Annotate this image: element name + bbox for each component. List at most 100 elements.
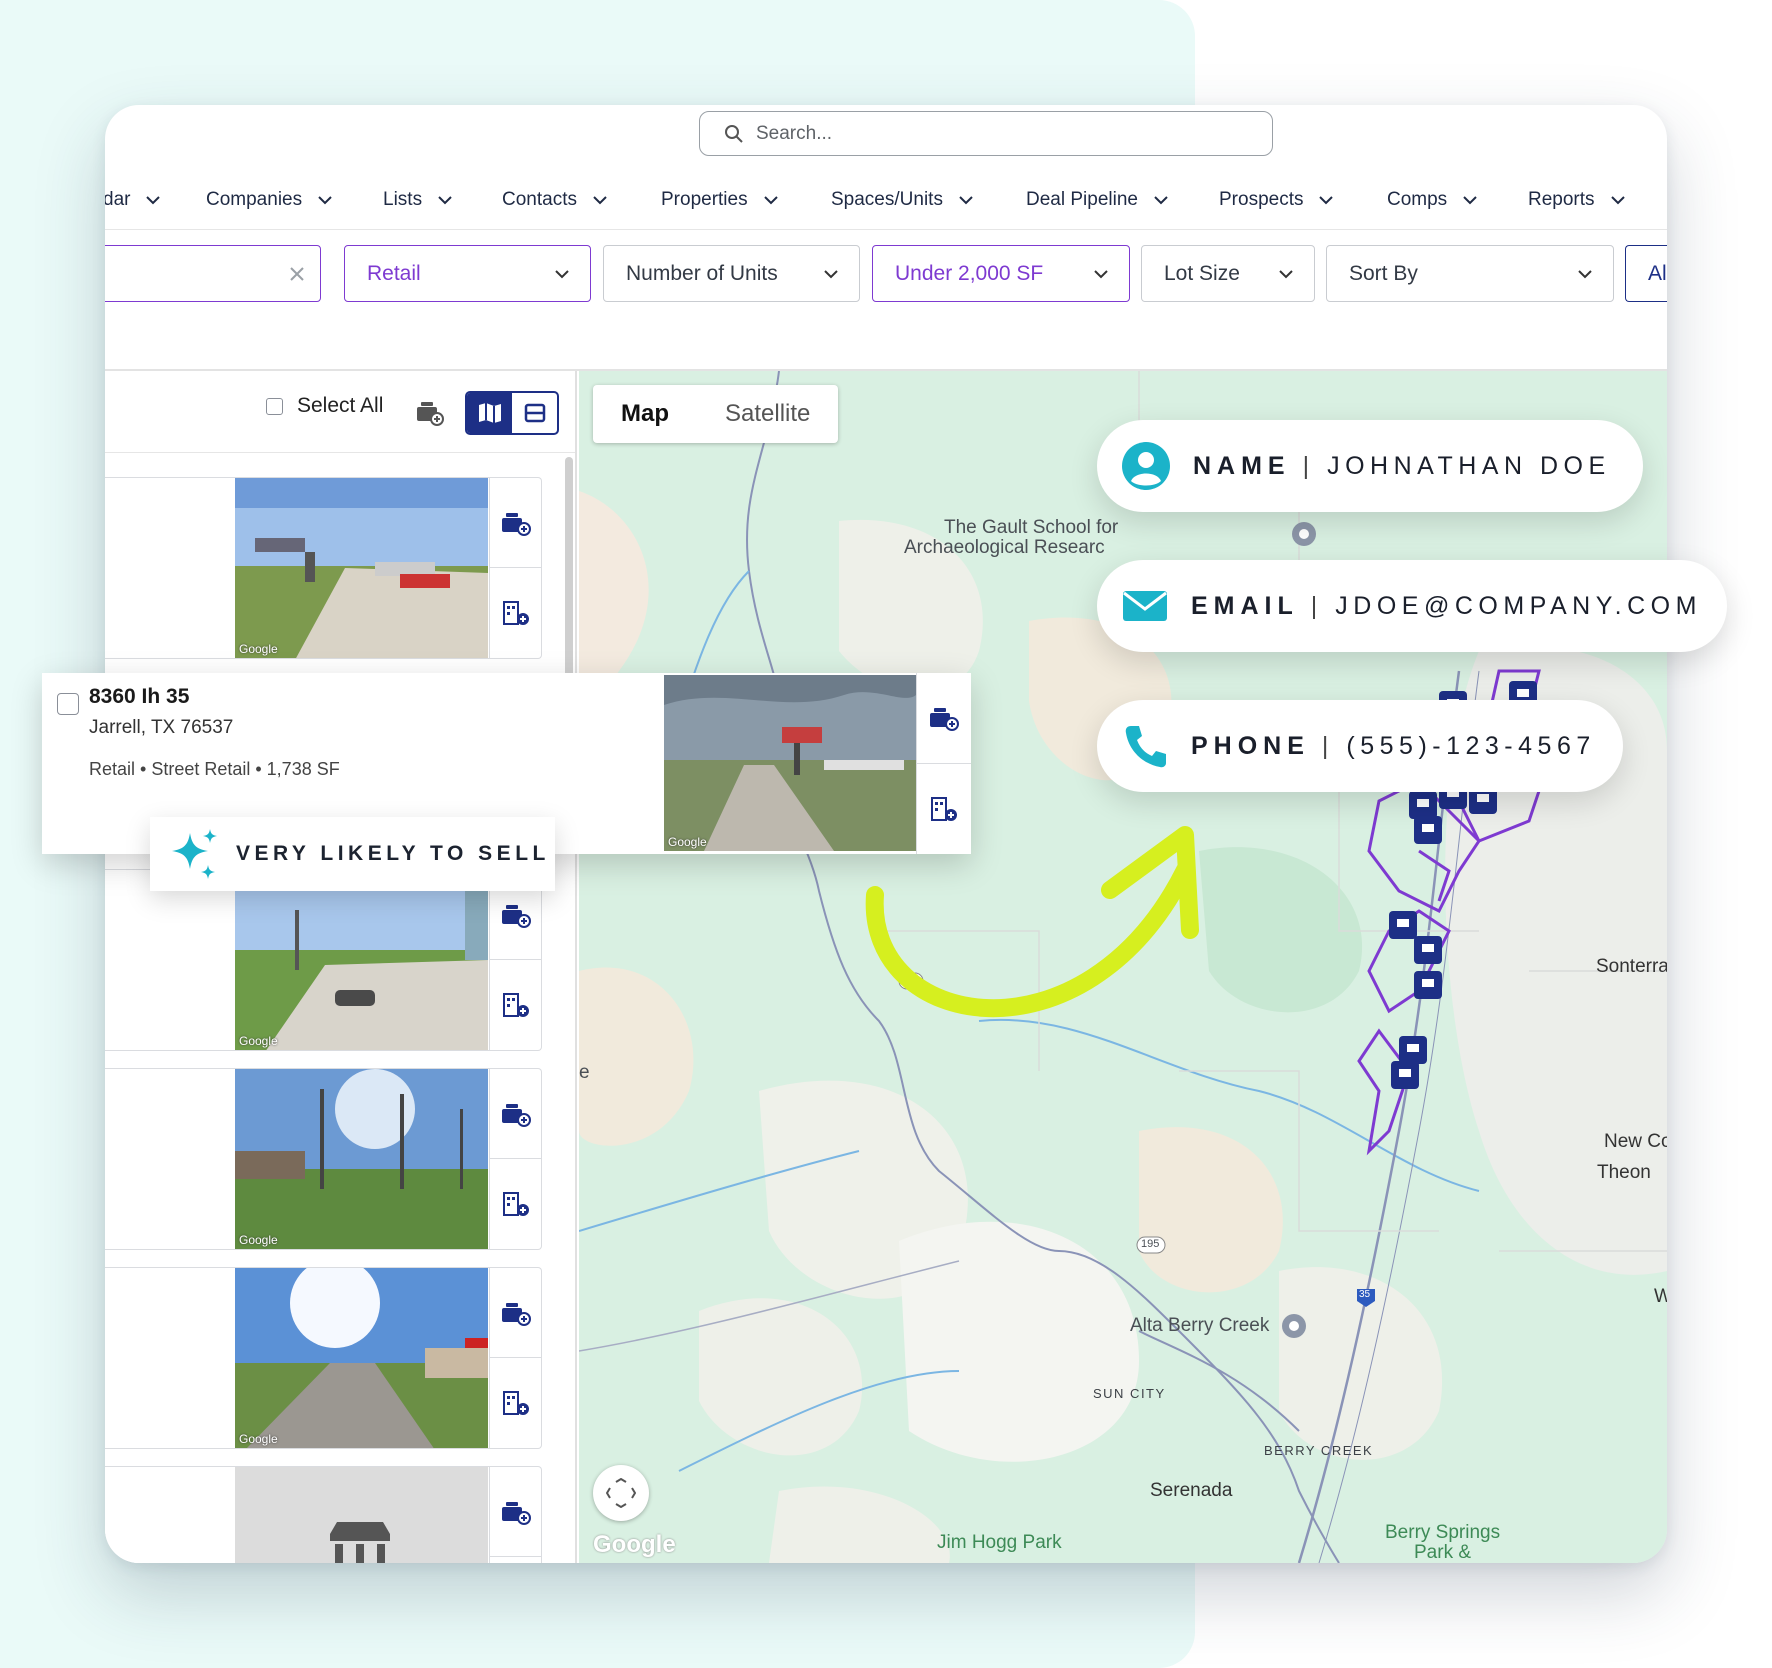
- main-nav: dar Companies Lists Contacts Properties …: [105, 175, 1667, 230]
- select-value: Number of Units: [626, 261, 778, 285]
- route-shield: 195: [1141, 1238, 1160, 1250]
- add-building-button[interactable]: [490, 1358, 541, 1448]
- add-to-list-icon: [501, 1302, 531, 1326]
- property-card[interactable]: Google: [105, 477, 542, 659]
- add-to-list-button[interactable]: [490, 1069, 541, 1159]
- add-to-list-button[interactable]: [490, 1268, 541, 1358]
- recenter-button[interactable]: [593, 1465, 649, 1521]
- sort-by-select[interactable]: Sort By: [1326, 245, 1614, 302]
- add-to-list-icon: [501, 904, 531, 928]
- map-icon: [478, 403, 501, 423]
- building-add-icon: [502, 601, 529, 625]
- nav-label: Lists: [383, 189, 423, 210]
- results-list-panel: Select All Google Google Google Google: [105, 371, 577, 1563]
- chevron-down-icon: [1463, 196, 1477, 205]
- name-value: JOHNATHAN DOE: [1327, 451, 1611, 480]
- clear-icon[interactable]: [290, 267, 304, 281]
- list-view-button[interactable]: [512, 393, 557, 433]
- add-to-list-icon: [501, 1501, 531, 1525]
- map-label: BERRY CREEK: [1264, 1443, 1374, 1458]
- nav-item-prospects[interactable]: Prospects: [1219, 189, 1335, 211]
- property-address: 8360 Ih 35: [89, 685, 190, 708]
- property-checkbox[interactable]: [57, 693, 79, 715]
- nav-item-companies[interactable]: Companies: [206, 189, 334, 211]
- street-view-photo: Google: [235, 870, 488, 1050]
- nav-label: Spaces/Units: [831, 189, 943, 210]
- nav-item-spaces-units[interactable]: Spaces/Units: [831, 189, 975, 211]
- nav-item-calendar[interactable]: dar: [105, 189, 162, 211]
- nav-item-comps[interactable]: Comps: [1387, 189, 1479, 211]
- add-to-list-button[interactable]: [490, 1467, 541, 1557]
- select-all-checkbox[interactable]: Select All: [266, 394, 383, 418]
- chevron-down-icon: [318, 196, 332, 205]
- map-label: W: [1654, 1286, 1667, 1307]
- google-watermark: Google: [668, 835, 707, 849]
- property-card[interactable]: Google: [105, 1068, 542, 1250]
- more-filters-button[interactable]: Al: [1625, 245, 1667, 302]
- select-value: Retail: [367, 261, 421, 285]
- google-watermark: Google: [239, 1034, 278, 1048]
- card-actions: [489, 870, 541, 1050]
- satellite-tab[interactable]: Satellite: [697, 385, 838, 443]
- add-to-list-button[interactable]: [917, 673, 971, 764]
- size-select[interactable]: Under 2,000 SF: [872, 245, 1130, 302]
- nav-item-deal-pipeline[interactable]: Deal Pipeline: [1026, 189, 1170, 211]
- add-building-button[interactable]: [490, 960, 541, 1050]
- map-label: Serenada: [1150, 1480, 1233, 1501]
- property-meta: Retail • Street Retail • 1,738 SF: [89, 759, 340, 779]
- chevron-down-icon: [824, 270, 838, 279]
- building-add-icon: [931, 796, 957, 821]
- chevron-down-icon: [1319, 196, 1334, 205]
- nav-item-contacts[interactable]: Contacts: [502, 189, 609, 211]
- checkbox[interactable]: [266, 397, 283, 415]
- nav-label: Reports: [1528, 189, 1595, 210]
- add-to-list-icon[interactable]: [413, 396, 445, 428]
- property-type-select[interactable]: Retail: [344, 245, 591, 302]
- map-tab[interactable]: Map: [593, 385, 697, 443]
- google-logo: Google: [593, 1531, 676, 1558]
- nav-item-lists[interactable]: Lists: [383, 189, 454, 211]
- property-card[interactable]: Google: [105, 1267, 542, 1449]
- filter-bar: Retail Number of Units Under 2,000 SF Lo…: [105, 245, 1667, 305]
- google-watermark: Google: [239, 642, 278, 656]
- search-icon: [725, 124, 743, 143]
- mail-icon: [1123, 591, 1167, 621]
- building-add-icon: [502, 1391, 529, 1415]
- select-value: Sort By: [1349, 261, 1418, 285]
- likely-to-sell-badge: VERY LIKELY TO SELL: [150, 817, 555, 891]
- lot-size-select[interactable]: Lot Size: [1141, 245, 1315, 302]
- card-actions: [489, 1467, 541, 1563]
- chevron-down-icon: [146, 196, 161, 205]
- chevron-down-icon: [438, 196, 452, 205]
- add-building-button[interactable]: [490, 1159, 541, 1249]
- building-add-icon: [502, 1192, 529, 1216]
- select-all-label: Select All: [297, 394, 384, 417]
- nav-label: Deal Pipeline: [1026, 189, 1138, 210]
- nav-item-properties[interactable]: Properties: [661, 189, 780, 211]
- map-label: Alta Berry Creek: [1130, 1315, 1270, 1336]
- map-label: Archaeological Researc: [904, 537, 1105, 558]
- property-card[interactable]: Google: [105, 869, 542, 1051]
- card-actions: [489, 478, 541, 658]
- phone-label: PHONE: [1191, 731, 1310, 760]
- units-select[interactable]: Number of Units: [603, 245, 860, 302]
- select-value: Lot Size: [1164, 261, 1240, 285]
- chevron-down-icon: [593, 196, 607, 205]
- button-label: Al: [1648, 261, 1667, 285]
- map-type-toggle: Map Satellite: [593, 385, 839, 443]
- search-input[interactable]: Search...: [699, 111, 1273, 156]
- add-building-button[interactable]: [490, 568, 541, 658]
- add-to-list-icon: [501, 512, 531, 536]
- card-actions: [489, 1069, 541, 1249]
- nav-label: Properties: [661, 189, 748, 210]
- chevron-down-icon: [1094, 270, 1108, 279]
- map-view-button[interactable]: [467, 393, 512, 433]
- keyword-filter-input[interactable]: [105, 245, 321, 302]
- scrollbar[interactable]: [565, 457, 573, 677]
- name-label: NAME: [1193, 451, 1291, 480]
- property-card[interactable]: [105, 1466, 542, 1563]
- map-label: SUN CITY: [1093, 1386, 1166, 1401]
- nav-item-reports[interactable]: Reports: [1528, 189, 1627, 211]
- property-city: Jarrell, TX 76537: [89, 717, 234, 738]
- add-to-list-button[interactable]: [490, 478, 541, 568]
